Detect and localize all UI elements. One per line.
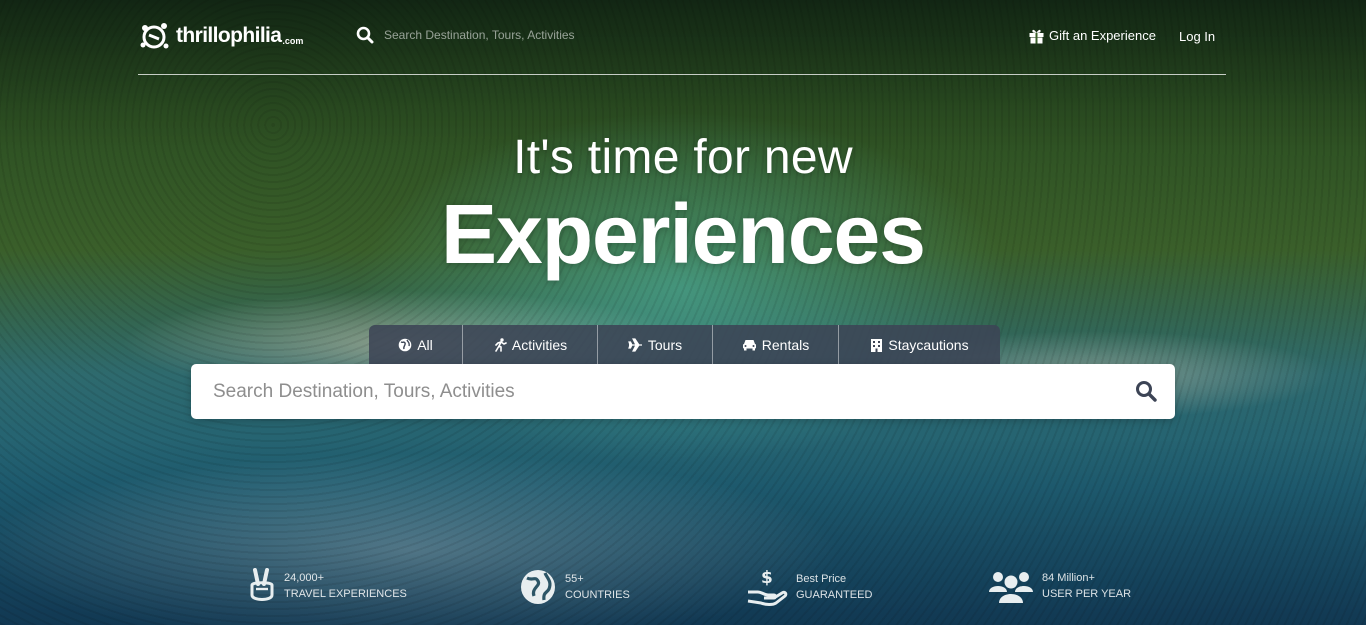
stat-caption: User per year xyxy=(1042,588,1132,600)
logo-mark-icon xyxy=(140,23,169,49)
stat-users: 84 Million+ User per year xyxy=(988,568,1131,604)
brand-name: thrillophilia xyxy=(176,24,282,47)
tab-tours[interactable]: Tours xyxy=(598,325,713,364)
gift-experience-label: Gift an Experience xyxy=(1049,28,1156,43)
stat-value: 24,000+ xyxy=(284,572,325,584)
tab-all-label: All xyxy=(417,336,433,353)
stat-value: 84 Million+ xyxy=(1042,572,1095,584)
brand-suffix: .com xyxy=(282,35,304,46)
svg-text:$: $ xyxy=(761,568,773,588)
header-search-input[interactable] xyxy=(384,28,624,42)
hero-title: Experiences xyxy=(441,187,926,281)
main-search-box xyxy=(191,364,1175,419)
globe-icon xyxy=(398,338,412,351)
building-icon xyxy=(871,338,883,352)
search-icon[interactable] xyxy=(356,26,374,44)
dollar-hand-icon: $ xyxy=(747,568,788,606)
site-header: thrillophilia .com Gift an Experience Lo… xyxy=(138,0,1226,75)
tab-rentals-label: Rentals xyxy=(761,336,810,353)
tab-activities-label: Activities xyxy=(511,336,568,353)
peace-hand-icon xyxy=(250,568,274,601)
tab-staycautions-label: Staycautions xyxy=(888,336,969,353)
globe-icon xyxy=(521,570,555,604)
gift-icon xyxy=(1029,29,1044,44)
car-icon xyxy=(742,340,756,351)
hero-subtitle: It's time for new xyxy=(513,131,853,184)
stat-best-price: $ Best Price Guaranteed xyxy=(746,568,872,606)
users-icon xyxy=(989,572,1033,603)
activity-icon xyxy=(495,337,507,352)
category-tabs: All Activities Tours Rentals Staycaution… xyxy=(369,325,1000,364)
tab-all[interactable]: All xyxy=(369,325,463,364)
tab-activities[interactable]: Activities xyxy=(463,325,598,364)
stat-caption: Guaranteed xyxy=(796,589,873,601)
stat-caption: Countries xyxy=(565,589,630,601)
brand-logo[interactable]: thrillophilia .com xyxy=(138,20,303,52)
stat-travel-experiences: 24,000+ Travel Experiences xyxy=(248,568,407,604)
header-search xyxy=(356,26,624,44)
tab-staycautions[interactable]: Staycautions xyxy=(839,325,1000,364)
stat-value: Best Price xyxy=(796,573,847,585)
plane-icon xyxy=(628,337,642,352)
search-icon xyxy=(1136,381,1157,402)
stat-value: 55+ xyxy=(565,573,584,585)
main-search-input[interactable] xyxy=(213,364,1093,419)
login-link[interactable]: Log In xyxy=(1179,29,1215,44)
stat-countries: 55+ Countries xyxy=(519,568,630,606)
stat-caption: Travel Experiences xyxy=(284,588,407,600)
gift-experience-link[interactable]: Gift an Experience xyxy=(1028,27,1156,44)
main-search-button[interactable] xyxy=(1135,380,1157,407)
tab-tours-label: Tours xyxy=(647,336,683,353)
tab-rentals[interactable]: Rentals xyxy=(713,325,839,364)
hero-background-image xyxy=(0,0,1366,625)
